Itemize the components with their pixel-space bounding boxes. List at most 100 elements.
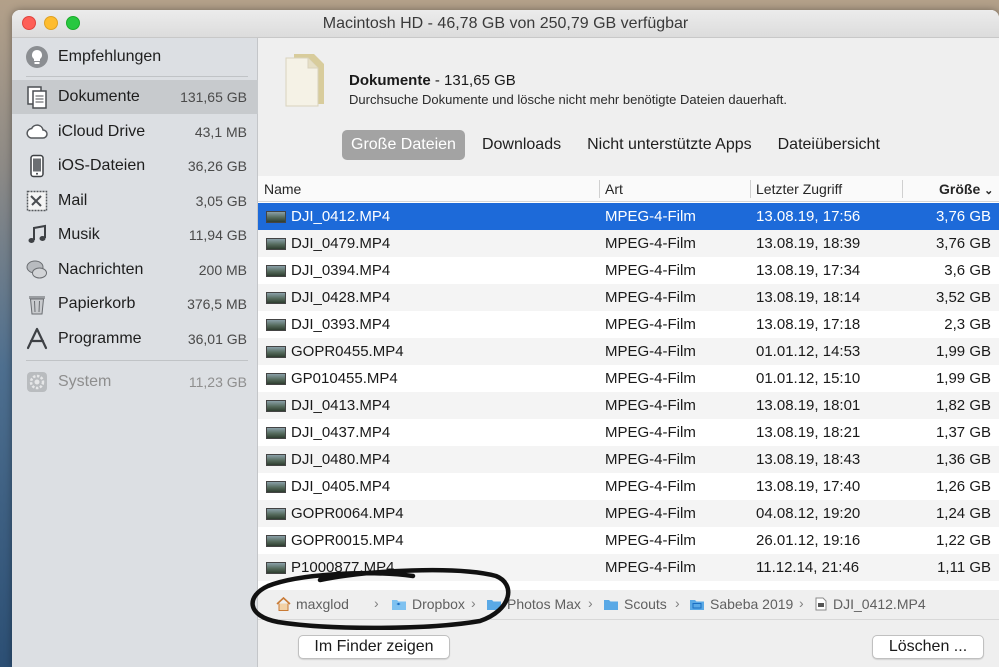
section-title-dash: -: [434, 72, 445, 89]
sidebar-item-programme[interactable]: Programme 36,01 GB: [12, 322, 258, 356]
last-accessed-cell: 13.08.19, 17:34: [756, 262, 861, 279]
document-file-icon: [285, 54, 324, 107]
iphone-icon: [30, 154, 44, 178]
column-header-groesse-label: Größe: [939, 181, 981, 197]
dropbox-folder-icon: [392, 599, 406, 610]
file-kind-cell: MPEG-4-Film: [605, 262, 696, 279]
path-crumb-photos-max[interactable]: Photos Max: [486, 595, 581, 613]
tab-grosse-dateien[interactable]: Große Dateien: [342, 130, 465, 160]
column-divider[interactable]: [599, 180, 600, 198]
table-row[interactable]: DJI_0393.MP4 MPEG-4-Film 13.08.19, 17:18 2,…: [258, 311, 999, 338]
last-accessed-cell: 01.01.12, 14:53: [756, 343, 861, 360]
path-crumb-label: Photos Max: [507, 596, 581, 612]
table-row[interactable]: DJI_0428.MP4 MPEG-4-Film 13.08.19, 18:14 3,…: [258, 284, 999, 311]
column-header-letzter-zugriff[interactable]: Letzter Zugriff: [756, 176, 842, 202]
file-size-cell: 3,52 GB: [935, 289, 991, 306]
tab-nicht-unterstuetzte-apps[interactable]: Nicht unterstützte Apps: [578, 130, 761, 160]
section-size: 131,65 GB: [444, 72, 516, 89]
sidebar-item-label: Mail: [58, 192, 88, 209]
sidebar-item-ios-dateien[interactable]: iOS-Dateien 36,26 GB: [12, 149, 258, 183]
delete-button[interactable]: Löschen ...: [872, 635, 984, 659]
table-row[interactable]: DJI_0412.MP4 MPEG-4-Film 13.08.19, 17:56 3,…: [258, 203, 999, 230]
sidebar-item-label: Musik: [58, 226, 100, 243]
sidebar-item-size: 3,05 GB: [195, 193, 247, 209]
main-panel: Dokumente - 131,65 GB Durchsuche Dokumen…: [258, 38, 999, 667]
sidebar-item-size: 11,94 GB: [188, 227, 247, 243]
footer-divider: [258, 619, 999, 620]
table-row[interactable]: DJI_0437.MP4 MPEG-4-Film 13.08.19, 18:21 1,…: [258, 419, 999, 446]
sidebar-item-label: Nachrichten: [58, 261, 144, 278]
file-kind-cell: MPEG-4-Film: [605, 532, 696, 549]
window-title: Macintosh HD - 46,78 GB von 250,79 GB ve…: [322, 15, 689, 32]
app-store-icon: [26, 327, 48, 350]
file-kind-cell: MPEG-4-Film: [605, 343, 696, 360]
file-name-cell: DJI_0413.MP4: [291, 397, 391, 414]
section-title: Dokumente: [349, 72, 431, 89]
table-row[interactable]: GOPR0064.MP4 MPEG-4-Film 04.08.12, 19:20 1,…: [258, 500, 999, 527]
cloud-icon: [26, 124, 48, 139]
files-table: Name Art Letzter Zugriff Größe ⌄ DJI_041…: [258, 176, 999, 590]
table-row[interactable]: GP010455.MP4 MPEG-4-Film 01.01.12, 15:10 1,…: [258, 365, 999, 392]
table-row[interactable]: DJI_0394.MP4 MPEG-4-Film 13.08.19, 17:34 3,…: [258, 257, 999, 284]
column-header-groesse[interactable]: Größe ⌄: [939, 176, 993, 202]
path-crumb-sabeba-2019[interactable]: Sabeba 2019: [689, 595, 793, 613]
path-crumb-label: Dropbox: [412, 596, 465, 612]
file-name-cell: DJI_0405.MP4: [291, 478, 391, 495]
table-row[interactable]: DJI_0479.MP4 MPEG-4-Film 13.08.19, 18:39 3,…: [258, 230, 999, 257]
file-name-cell: DJI_0428.MP4: [291, 289, 391, 306]
file-size-cell: 1,36 GB: [935, 451, 991, 468]
sidebar-item-icloud-drive[interactable]: iCloud Drive 43,1 MB: [12, 115, 258, 149]
sidebar-item-mail[interactable]: Mail 3,05 GB: [12, 184, 258, 218]
file-size-cell: 1,24 GB: [935, 505, 991, 522]
sidebar-item-papierkorb[interactable]: Papierkorb 376,5 MB: [12, 287, 258, 321]
video-thumbnail-icon: [266, 562, 286, 574]
file-size-cell: 3,76 GB: [935, 235, 991, 252]
last-accessed-cell: 26.01.12, 19:16: [756, 532, 861, 549]
table-row[interactable]: P1000877.MP4 MPEG-4-Film 11.12.14, 21:46 1,…: [258, 554, 999, 581]
path-separator-chevron-icon: ›: [374, 595, 379, 611]
video-file-icon: [815, 597, 827, 611]
tab-dateiuebersicht[interactable]: Dateiübersicht: [769, 130, 889, 160]
sidebar-item-nachrichten[interactable]: Nachrichten 200 MB: [12, 253, 258, 287]
path-crumb-label: Scouts: [624, 596, 667, 612]
folder-icon: [487, 599, 501, 610]
show-in-finder-button[interactable]: Im Finder zeigen: [298, 635, 450, 659]
table-row[interactable]: DJI_0480.MP4 MPEG-4-Film 13.08.19, 18:43 1,…: [258, 446, 999, 473]
path-separator-chevron-icon: ›: [588, 595, 593, 611]
sidebar-item-empfehlungen[interactable]: Empfehlungen: [12, 40, 258, 74]
sidebar-item-size: 200 MB: [198, 262, 247, 278]
file-name-cell: GP010455.MP4: [291, 370, 398, 387]
column-header-name[interactable]: Name: [264, 176, 301, 202]
path-crumb-label: DJI_0412.MP4: [833, 596, 926, 612]
file-kind-cell: MPEG-4-Film: [605, 316, 696, 333]
sidebar-item-musik[interactable]: Musik 11,94 GB: [12, 218, 258, 252]
table-row[interactable]: DJI_0413.MP4 MPEG-4-Film 13.08.19, 18:01 1,…: [258, 392, 999, 419]
column-header-art[interactable]: Art: [605, 176, 623, 202]
file-name-cell: DJI_0412.MP4: [291, 208, 391, 225]
music-note-icon: [28, 224, 46, 243]
path-crumb-scouts[interactable]: Scouts: [603, 595, 667, 613]
column-divider[interactable]: [902, 180, 903, 198]
table-row[interactable]: DJI_0405.MP4 MPEG-4-Film 13.08.19, 17:40 1,…: [258, 473, 999, 500]
section-description: Durchsuche Dokumente und lösche nicht me…: [349, 92, 787, 107]
last-accessed-cell: 11.12.14, 21:46: [756, 559, 860, 576]
last-accessed-cell: 13.08.19, 17:56: [756, 208, 861, 225]
tab-downloads[interactable]: Downloads: [473, 130, 570, 160]
last-accessed-cell: 01.01.12, 15:10: [756, 370, 861, 387]
file-kind-cell: MPEG-4-Film: [605, 451, 696, 468]
column-divider[interactable]: [750, 180, 751, 198]
home-icon: [276, 597, 291, 611]
path-crumb-home[interactable]: maxglod: [276, 595, 349, 613]
sidebar-item-size: 11,23 GB: [188, 374, 247, 390]
path-crumb-dropbox[interactable]: Dropbox: [391, 595, 465, 613]
table-row[interactable]: GOPR0015.MP4 MPEG-4-Film 26.01.12, 19:16 1,…: [258, 527, 999, 554]
table-row[interactable]: GOPR0455.MP4 MPEG-4-Film 01.01.12, 14:53 1,…: [258, 338, 999, 365]
file-name-cell: P1000877.MP4: [291, 559, 395, 576]
video-thumbnail-icon: [266, 481, 286, 493]
sidebar-item-size: 131,65 GB: [180, 89, 247, 105]
path-crumb-file[interactable]: DJI_0412.MP4: [815, 595, 926, 613]
video-thumbnail-icon: [266, 346, 286, 358]
video-thumbnail-icon: [266, 454, 286, 466]
sidebar-divider: [26, 76, 248, 77]
sidebar-item-dokumente[interactable]: Dokumente 131,65 GB: [12, 80, 258, 114]
